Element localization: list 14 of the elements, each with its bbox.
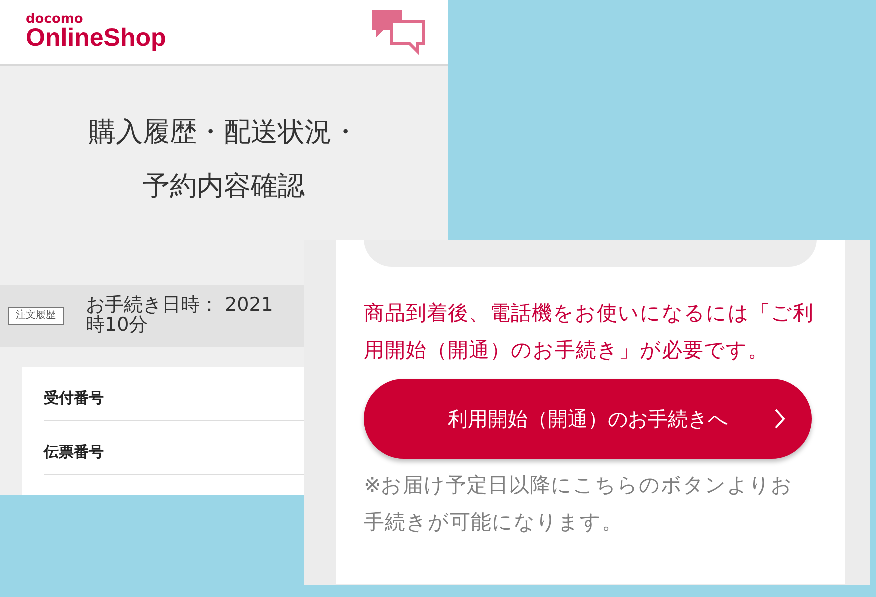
field-label: 受付番号 — [44, 389, 104, 408]
logo-name: OnlineShop — [26, 26, 166, 51]
page-title-line: 購入履歴・配送状況・ — [89, 116, 359, 150]
chevron-icon — [774, 408, 786, 430]
order-badge: 注文履歴 — [8, 307, 64, 325]
activation-button[interactable]: 利用開始（開通）のお手続きへ — [364, 379, 812, 459]
notice-text: 商品到着後、電話機をお使いになるには「ご利用開始（開通）のお手続き」が必要です。 — [364, 300, 814, 364]
note-text: ※お届け予定日以降にこちらのボタンよりお手続きが可能になります。 — [364, 472, 794, 536]
page-title-line: 予約内容確認 — [143, 170, 305, 204]
field-label: 伝票番号 — [44, 443, 104, 462]
order-date: お手続き日時： 2021 — [86, 296, 274, 316]
logo-brand: docomo — [26, 13, 84, 26]
chat-icon[interactable] — [370, 8, 426, 56]
order-date: 時10分 — [86, 316, 148, 336]
